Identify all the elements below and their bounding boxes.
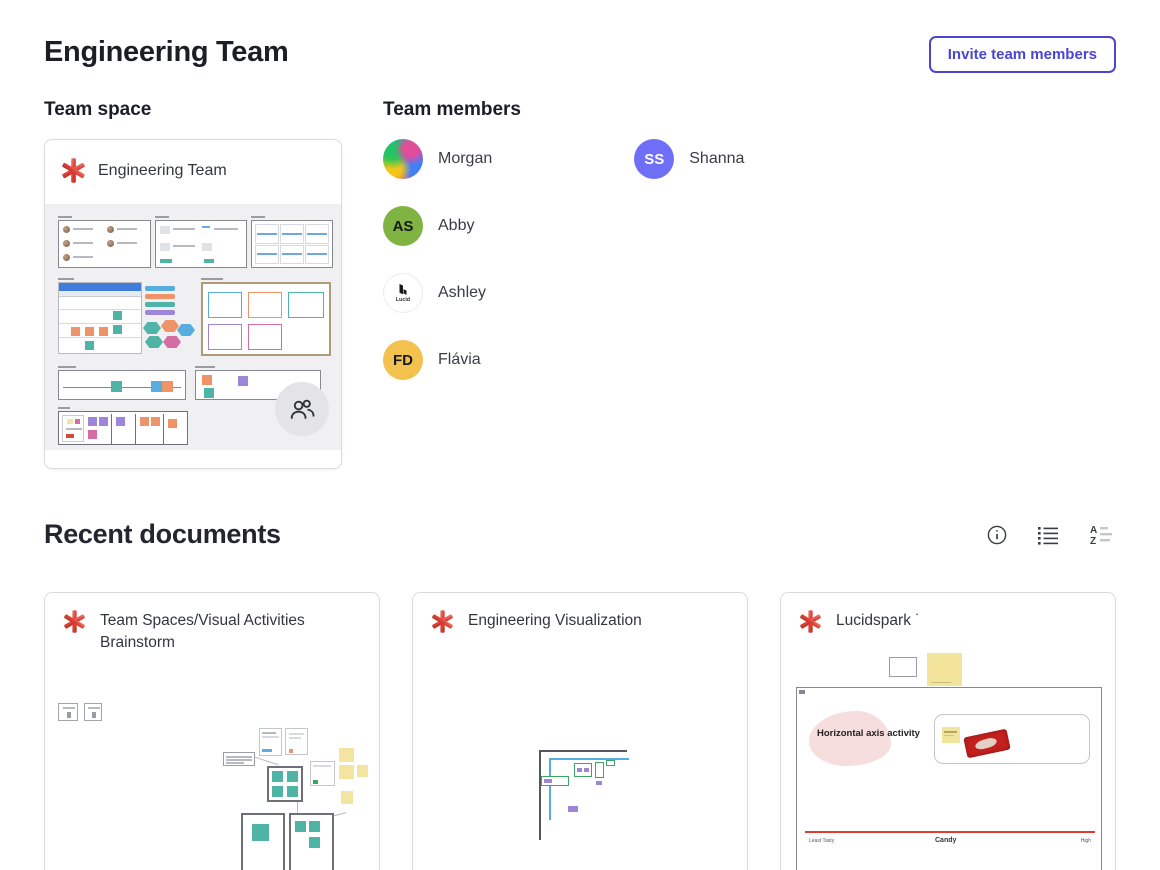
- team-page: Engineering Team Invite team members Tea…: [0, 0, 1160, 870]
- document-card-team-spaces-brainstorm[interactable]: Team Spaces/Visual Activities Brainstorm: [44, 592, 380, 870]
- invite-team-members-button[interactable]: Invite team members: [929, 36, 1116, 73]
- info-icon[interactable]: [984, 522, 1010, 548]
- team-space-label: Team space: [44, 99, 383, 121]
- avatar-morgan: [383, 139, 423, 179]
- document-title: Lucidspark ˙: [836, 610, 920, 632]
- axis-label-left: Least Tasty: [809, 838, 834, 844]
- member-name: Ashley: [438, 284, 486, 302]
- document-thumbnail: Horizontal axis activity Least Tasty Can…: [781, 593, 1115, 870]
- member-name: Abby: [438, 217, 474, 235]
- document-thumbnail: [413, 593, 747, 870]
- avatar-shanna: SS: [634, 139, 674, 179]
- member-row-abby[interactable]: AS Abby: [383, 206, 492, 246]
- team-space-board-thumbnail: [45, 204, 342, 450]
- axis-label-center: Candy: [935, 837, 956, 844]
- page-title: Engineering Team: [44, 36, 288, 69]
- lucid-logo-text: Lucid: [396, 297, 410, 303]
- board-blob-text: Horizontal axis activity: [817, 728, 920, 739]
- member-row-ashley[interactable]: Lucid Ashley: [383, 273, 492, 313]
- recent-documents-title: Recent documents: [44, 519, 281, 550]
- member-name: Shanna: [689, 150, 744, 168]
- member-name: Morgan: [438, 150, 492, 168]
- page-header: Engineering Team Invite team members: [44, 0, 1116, 73]
- svg-text:A: A: [1090, 525, 1097, 536]
- axis-label-right: High: [1081, 838, 1091, 844]
- document-card-engineering-visualization[interactable]: Engineering Visualization: [412, 592, 748, 870]
- list-view-icon[interactable]: [1034, 522, 1062, 548]
- lucidspark-asterisk-icon: [61, 158, 86, 183]
- lucid-logo-avatar: Lucid: [383, 273, 423, 313]
- lucidspark-asterisk-icon: [63, 610, 86, 633]
- team-members-list: Morgan AS Abby Lucid Ashley FD: [383, 139, 1116, 380]
- lucidspark-asterisk-icon: [431, 610, 454, 633]
- member-row-flavia[interactable]: FD Flávia: [383, 340, 492, 380]
- document-title: Team Spaces/Visual Activities Brainstorm: [100, 610, 361, 655]
- avatar-abby: AS: [383, 206, 423, 246]
- sort-az-icon[interactable]: A Z: [1086, 521, 1116, 549]
- lucidspark-asterisk-icon: [799, 610, 822, 633]
- people-icon: [287, 394, 317, 424]
- team-space-members-bubble: [275, 382, 329, 436]
- member-name: Flávia: [438, 351, 481, 369]
- svg-text:Z: Z: [1090, 536, 1096, 547]
- team-space-card[interactable]: Engineering Team: [44, 139, 342, 469]
- avatar-flavia: FD: [383, 340, 423, 380]
- document-title: Engineering Visualization: [468, 610, 642, 632]
- team-members-label: Team members: [383, 99, 1116, 121]
- team-space-card-title: Engineering Team: [98, 162, 227, 180]
- document-card-lucidspark[interactable]: Horizontal axis activity Least Tasty Can…: [780, 592, 1116, 870]
- member-row-shanna[interactable]: SS Shanna: [634, 139, 744, 179]
- member-row-morgan[interactable]: Morgan: [383, 139, 492, 179]
